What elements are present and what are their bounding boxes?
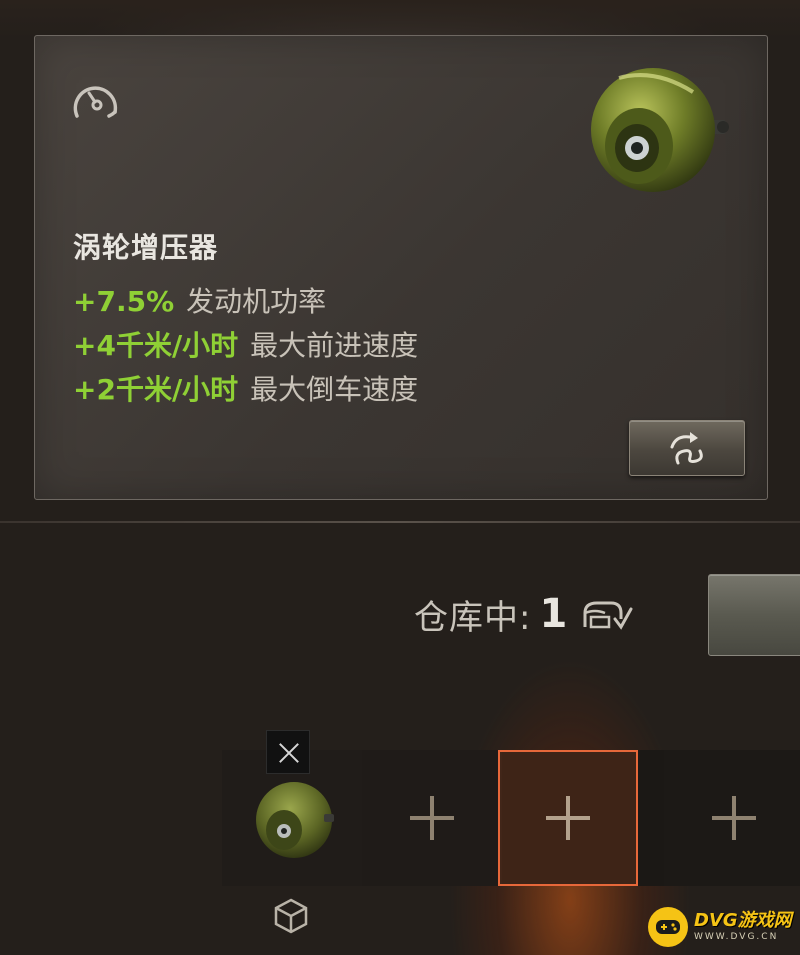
bonus-list: +7.5% 发动机功率 +4千米/小时 最大前进速度 +2千米/小时 最大倒车速度 (73, 280, 418, 412)
turbocharger-image (591, 68, 729, 192)
item-title: 涡轮增压器 (73, 231, 219, 264)
bonus-value: +2千米/小时 (73, 373, 239, 406)
stock-count: 1 (539, 591, 568, 637)
bonus-row: +4千米/小时 最大前进速度 (73, 324, 418, 368)
demount-button[interactable] (629, 420, 745, 476)
depot-check-icon (583, 601, 633, 630)
gamepad-icon (648, 907, 688, 947)
watermark-title: DVG游戏网 (694, 910, 792, 931)
equipment-slot-4[interactable] (664, 750, 800, 886)
bonus-label: 发动机功率 (186, 285, 327, 318)
plus-icon (410, 796, 454, 840)
demount-icon (670, 432, 703, 465)
watermark-text: DVG游戏网 WWW.DVG.CN (694, 911, 792, 943)
bonus-value: +7.5% (73, 285, 175, 318)
bonus-label: 最大前进速度 (250, 329, 419, 362)
plus-icon (712, 796, 756, 840)
bonus-row: +2千米/小时 最大倒车速度 (73, 368, 418, 412)
bonus-row: +7.5% 发动机功率 (73, 280, 418, 324)
watermark-subtitle: WWW.DVG.CN (694, 932, 779, 942)
plus-icon (546, 796, 590, 840)
background-glow (0, 0, 800, 40)
bonus-value: +4千米/小时 (73, 329, 239, 362)
side-action-button[interactable] (708, 574, 800, 656)
cube-icon[interactable] (272, 896, 310, 936)
site-watermark: DVG游戏网 WWW.DVG.CN (648, 904, 796, 950)
equipment-slot-2[interactable] (362, 750, 502, 886)
equipment-slot-3-selected[interactable] (498, 750, 638, 886)
item-tooltip-panel: 涡轮增压器 +7.5% 发动机功率 +4千米/小时 最大前进速度 +2千米/小时 最大… (34, 35, 768, 500)
stock-label: 仓库中: (414, 597, 532, 638)
speedometer-icon (73, 86, 118, 118)
turbocharger-image (256, 782, 334, 858)
depot-stock: 仓库中: 1 (414, 584, 633, 644)
remove-equipment-button[interactable] (266, 730, 310, 774)
bonus-label: 最大倒车速度 (250, 373, 419, 406)
section-divider (0, 521, 800, 523)
